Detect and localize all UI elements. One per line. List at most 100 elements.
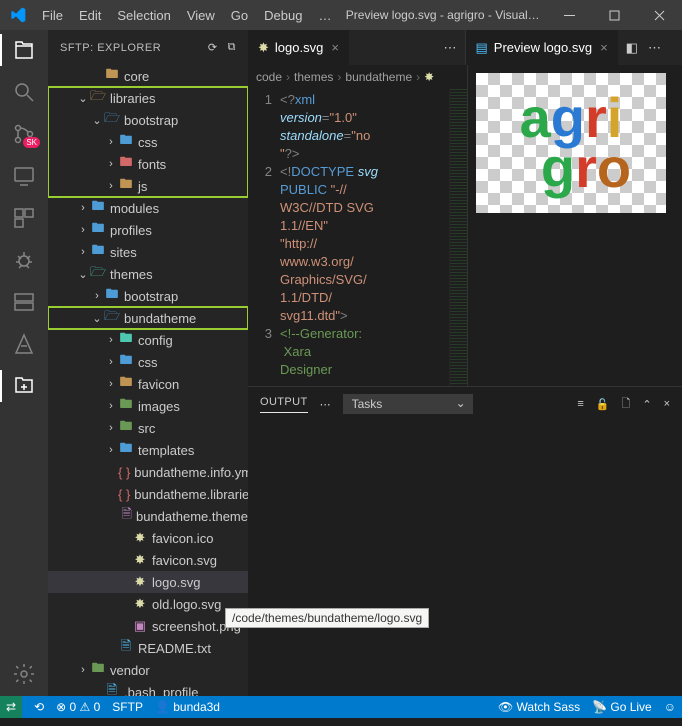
vscode-logo-icon: [0, 7, 35, 23]
status-bar: ⇄ ⟲ ⊗ 0 ⚠ 0 SFTP 👤 bunda3d 👁 Watch Sass …: [0, 696, 682, 718]
minimap[interactable]: [449, 89, 467, 386]
panel-more-tabs-icon[interactable]: ⋯: [320, 398, 331, 411]
tree-item[interactable]: ›🖿bootstrap: [48, 285, 248, 307]
menu-go[interactable]: Go: [224, 4, 255, 27]
menu-more[interactable]: …: [311, 4, 338, 27]
filter-icon[interactable]: ≡: [577, 398, 583, 410]
tab-label: Preview logo.svg: [494, 40, 592, 55]
preview-pane: agri gro: [468, 65, 682, 386]
tree-item[interactable]: ▣screenshot.png: [48, 615, 248, 637]
status-go-live[interactable]: 📡 Go Live: [592, 700, 652, 714]
tree-item[interactable]: 🗎.bash_profile: [48, 681, 248, 696]
sftp-icon[interactable]: [12, 374, 36, 398]
code-editor[interactable]: code› themes› bundatheme› ✸ 1 2 3 <?xmlv…: [248, 65, 468, 386]
tabs-bar: ✸ logo.svg × ⋯ ▤ Preview logo.svg × ◧ ⋯: [248, 30, 682, 65]
tree-item[interactable]: ›🖿js: [48, 175, 248, 197]
bottom-panel: OUTPUT ⋯ Tasks ≡ 🔓 🗋 ⌃ ×: [248, 386, 682, 696]
lock-scroll-icon[interactable]: 🔓: [596, 398, 610, 411]
tree-item[interactable]: ›🖿css: [48, 131, 248, 153]
tree-item[interactable]: ✸favicon.svg: [48, 549, 248, 571]
panel-tab-output[interactable]: OUTPUT: [260, 396, 308, 413]
file-tree[interactable]: 🖿core⌄🗁libraries⌄🗁bootstrap›🖿css›🖿fonts›…: [48, 65, 248, 696]
breadcrumb-item[interactable]: bundatheme: [345, 70, 412, 84]
tree-item[interactable]: ›🖿vendor: [48, 659, 248, 681]
output-channel-dropdown[interactable]: Tasks: [343, 394, 473, 414]
settings-gear-icon[interactable]: [12, 662, 36, 686]
breadcrumb-item[interactable]: themes: [294, 70, 333, 84]
more-actions-icon[interactable]: ⋯: [648, 40, 661, 56]
tree-item[interactable]: ›🖿sites: [48, 241, 248, 263]
status-errors[interactable]: ⊗ 0 ⚠ 0: [56, 700, 100, 714]
remote-explorer-icon[interactable]: [12, 164, 36, 188]
title-bar: File Edit Selection View Go Debug … Prev…: [0, 0, 682, 30]
tooltip: /code/themes/bundatheme/logo.svg: [225, 608, 429, 628]
tree-item[interactable]: 🗎bundatheme.theme: [48, 505, 248, 527]
tree-item[interactable]: ›🖿config: [48, 329, 248, 351]
clear-output-icon[interactable]: 🗋: [621, 395, 630, 414]
refresh-icon[interactable]: ⟳: [208, 41, 218, 54]
status-sftp[interactable]: SFTP: [112, 700, 143, 714]
collapse-panel-icon[interactable]: ⌃: [642, 398, 651, 411]
tree-item[interactable]: ›🖿profiles: [48, 219, 248, 241]
scm-badge: SK: [23, 137, 40, 148]
tree-item[interactable]: ›🖿favicon: [48, 373, 248, 395]
code-content[interactable]: <?xmlversion="1.0"standalone="no"?><!DOC…: [280, 89, 449, 386]
menu-debug[interactable]: Debug: [257, 4, 309, 27]
tab-preview[interactable]: ▤ Preview logo.svg ×: [466, 30, 618, 65]
sidebar-title: SFTP: EXPLORER: [60, 42, 161, 54]
tree-item[interactable]: 🗎README.txt: [48, 637, 248, 659]
server-icon[interactable]: [12, 290, 36, 314]
tree-item[interactable]: ›🖿images: [48, 395, 248, 417]
source-control-icon[interactable]: SK: [12, 122, 36, 146]
tree-item[interactable]: ✸favicon.ico: [48, 527, 248, 549]
tab-logo-svg[interactable]: ✸ logo.svg ×: [248, 30, 349, 65]
menu-selection[interactable]: Selection: [110, 4, 177, 27]
extensions-icon[interactable]: [12, 206, 36, 230]
tree-item[interactable]: { }bundatheme.libraries: [48, 483, 248, 505]
status-watch-sass[interactable]: 👁 Watch Sass: [498, 700, 580, 714]
maximize-button[interactable]: [592, 0, 637, 30]
tree-item[interactable]: 🖿core: [48, 65, 248, 87]
tree-item[interactable]: { }bundatheme.info.yml: [48, 461, 248, 483]
svg-preview-image: agri gro: [476, 73, 666, 213]
status-user[interactable]: 👤 bunda3d: [155, 700, 220, 714]
tree-item[interactable]: ›🖿templates: [48, 439, 248, 461]
tree-item[interactable]: ⌄🗁libraries: [48, 87, 248, 109]
close-tab-icon[interactable]: ×: [600, 40, 608, 55]
split-editor-icon[interactable]: ◧: [626, 40, 638, 56]
tree-item[interactable]: ›🖿css: [48, 351, 248, 373]
tree-item[interactable]: ✸old.logo.svg: [48, 593, 248, 615]
sidebar-header: SFTP: EXPLORER ⟳ ⧉: [48, 30, 248, 65]
debug-icon[interactable]: [12, 248, 36, 272]
collapse-all-icon[interactable]: ⧉: [228, 41, 236, 54]
status-feedback-icon[interactable]: ☺: [664, 700, 676, 714]
minimize-button[interactable]: [547, 0, 592, 30]
preview-icon: ▤: [476, 40, 488, 56]
menu-file[interactable]: File: [35, 4, 70, 27]
breadcrumb-item[interactable]: code: [256, 70, 282, 84]
explorer-icon[interactable]: [12, 38, 36, 62]
sidebar: SFTP: EXPLORER ⟳ ⧉ 🖿core⌄🗁libraries⌄🗁boo…: [48, 30, 248, 696]
remote-indicator[interactable]: ⇄: [0, 696, 22, 718]
tree-item[interactable]: ⌄🗁bundatheme: [48, 307, 248, 329]
close-tab-icon[interactable]: ×: [331, 40, 339, 55]
azure-icon[interactable]: [12, 332, 36, 356]
activity-bar: SK: [0, 30, 48, 696]
menu-view[interactable]: View: [180, 4, 222, 27]
menu-edit[interactable]: Edit: [72, 4, 108, 27]
tree-item[interactable]: ›🖿src: [48, 417, 248, 439]
tree-item[interactable]: ›🖿fonts: [48, 153, 248, 175]
breadcrumb[interactable]: code› themes› bundatheme› ✸: [248, 65, 467, 89]
line-numbers: 1 2 3: [248, 89, 280, 386]
menu-bar: File Edit Selection View Go Debug …: [35, 4, 338, 27]
window-title: Preview logo.svg - agrigro - Visual…: [338, 8, 547, 22]
tree-item[interactable]: ›🖿modules: [48, 197, 248, 219]
close-panel-icon[interactable]: ×: [664, 398, 670, 410]
close-button[interactable]: [637, 0, 682, 30]
more-actions-icon[interactable]: ⋯: [444, 40, 457, 56]
search-icon[interactable]: [12, 80, 36, 104]
tree-item[interactable]: ⌄🗁bootstrap: [48, 109, 248, 131]
tree-item[interactable]: ⌄🗁themes: [48, 263, 248, 285]
tree-item[interactable]: ✸logo.svg: [48, 571, 248, 593]
status-sync-icon[interactable]: ⟲: [34, 700, 44, 714]
